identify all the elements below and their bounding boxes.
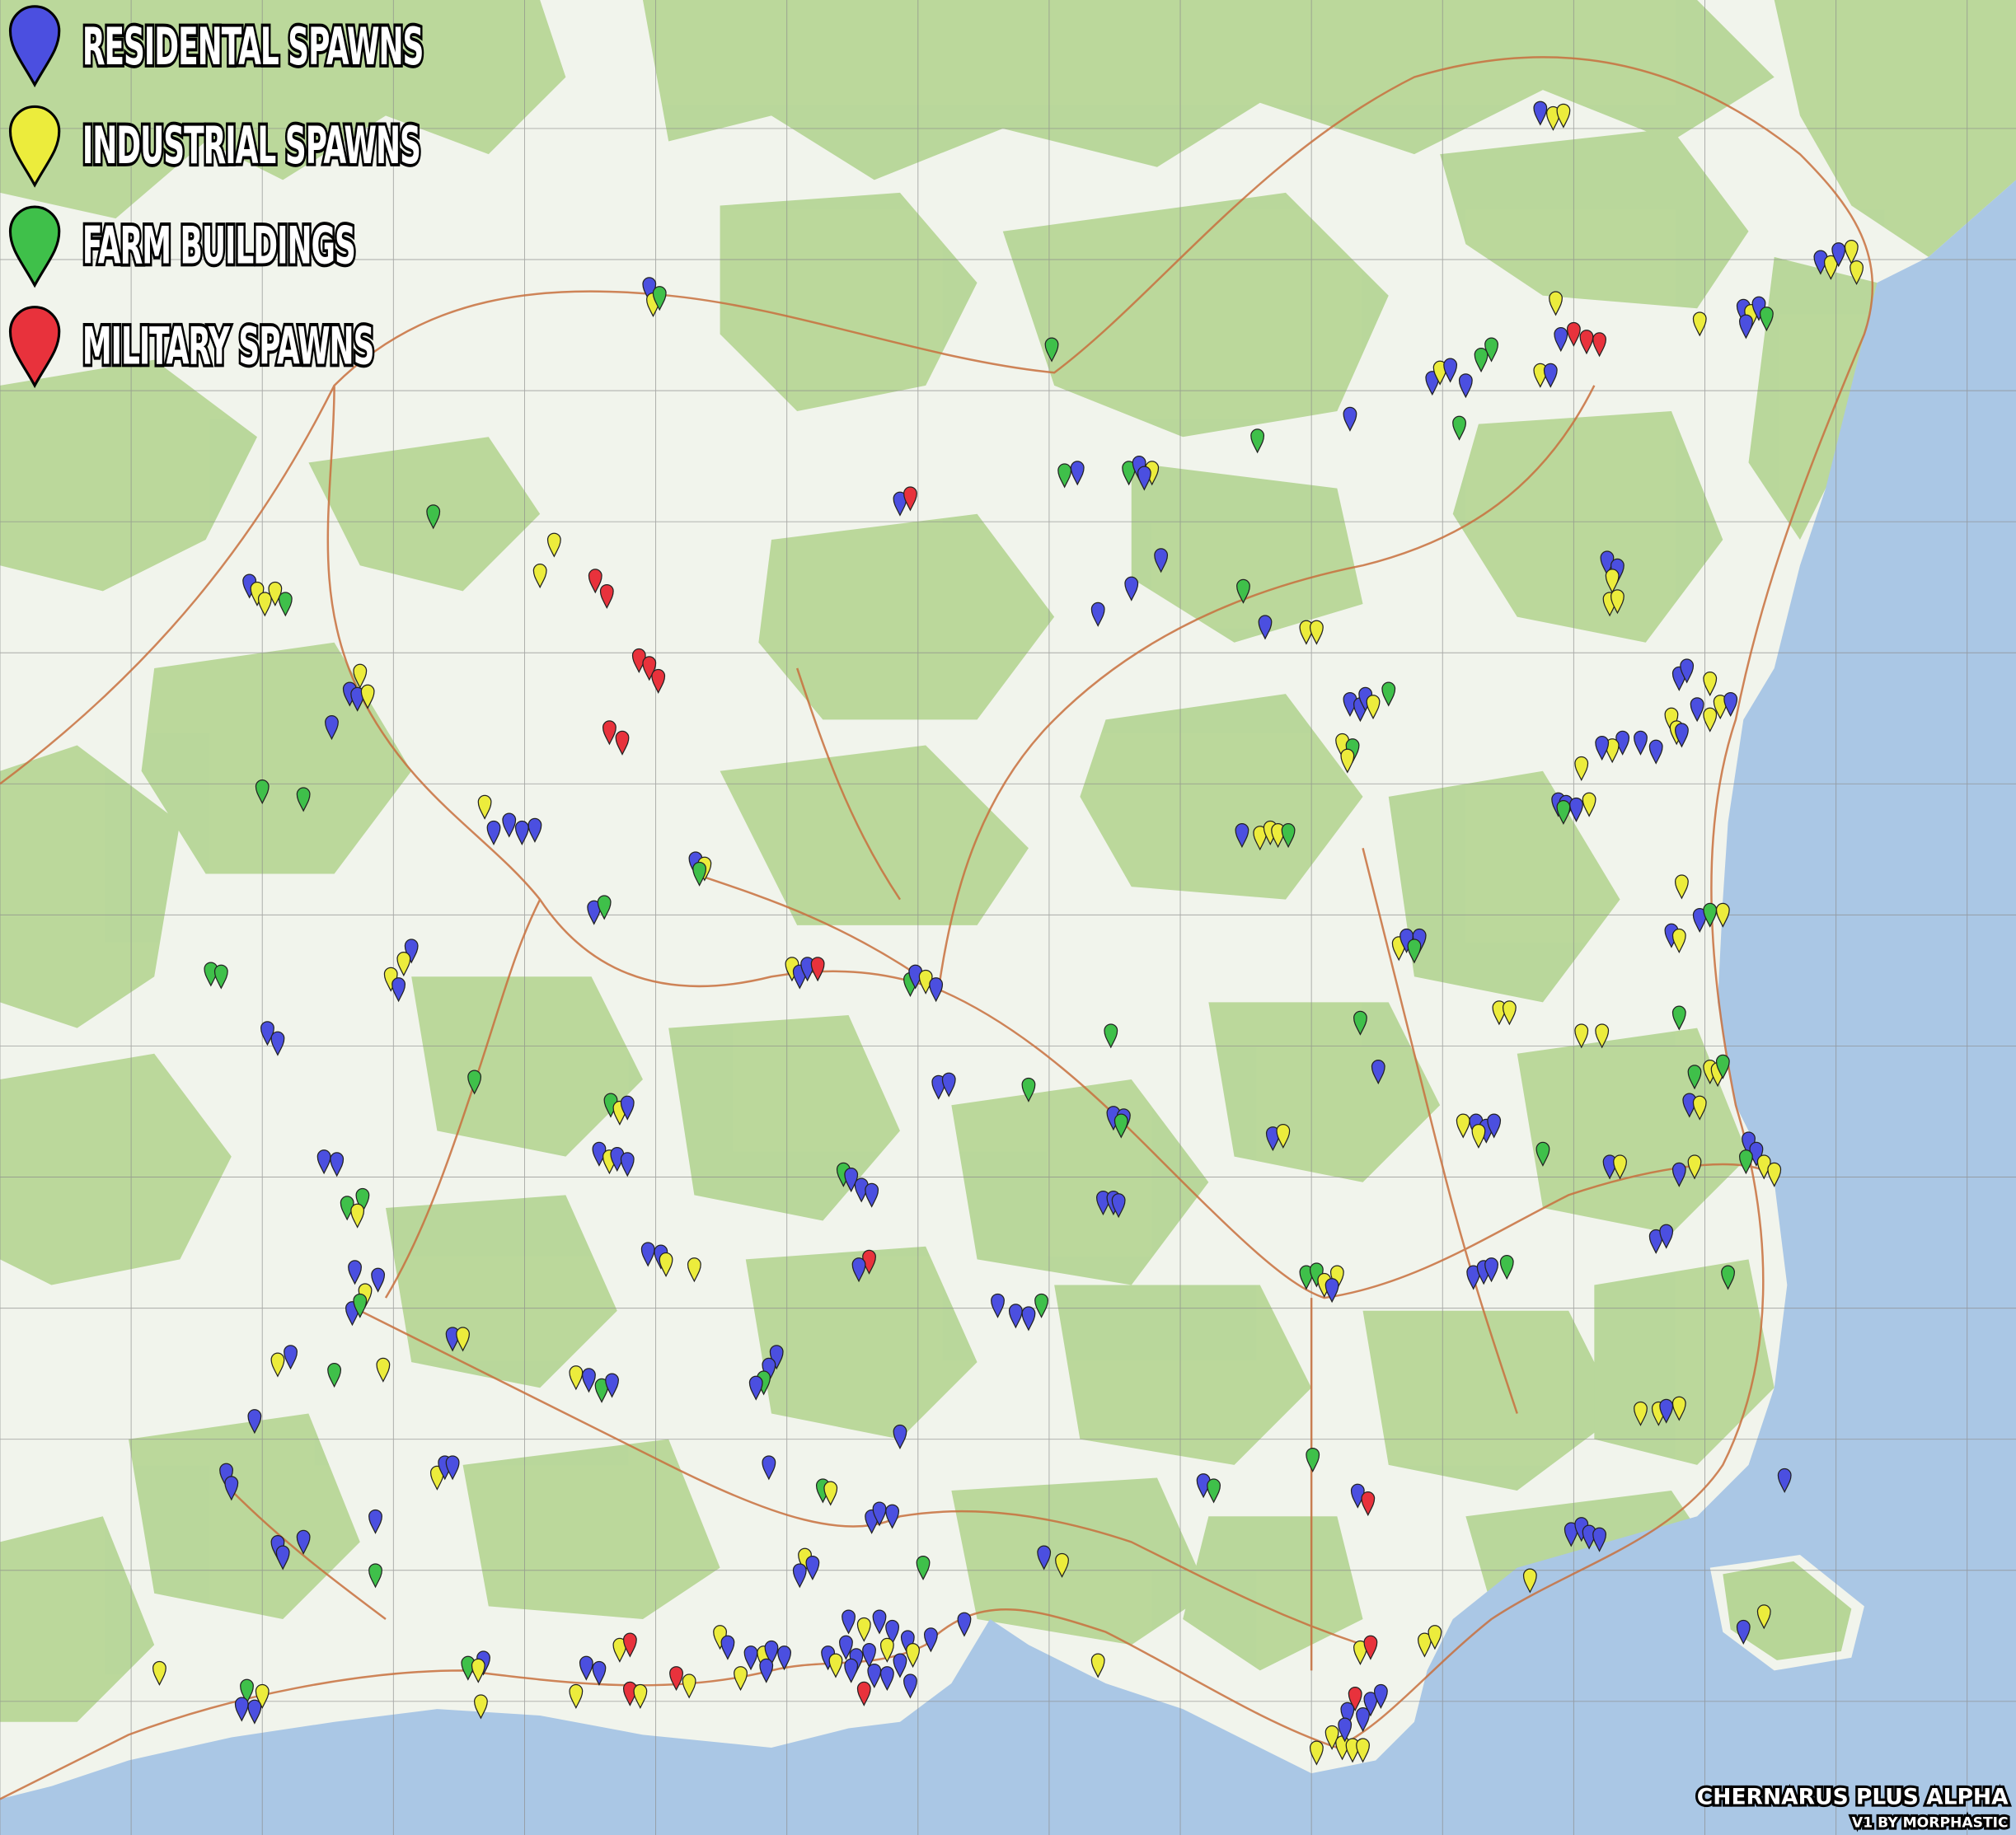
credit-title: CHERNARUS PLUS ALPHA (1697, 1785, 2009, 1810)
legend-label-farm: FARM BUILDINGS (82, 217, 355, 277)
chernarus-map: RESIDENTAL SPAWNS INDUSTRIAL SPAWNS FARM… (0, 0, 2016, 1835)
credit-subtitle: V1 BY MORPHASTIC (1852, 1815, 2009, 1832)
legend-label-industrial: INDUSTRIAL SPAWNS (82, 116, 420, 176)
legend-label-military: MILITARY SPAWNS (82, 316, 374, 377)
legend-label-residential: RESIDENTAL SPAWNS (82, 17, 424, 77)
